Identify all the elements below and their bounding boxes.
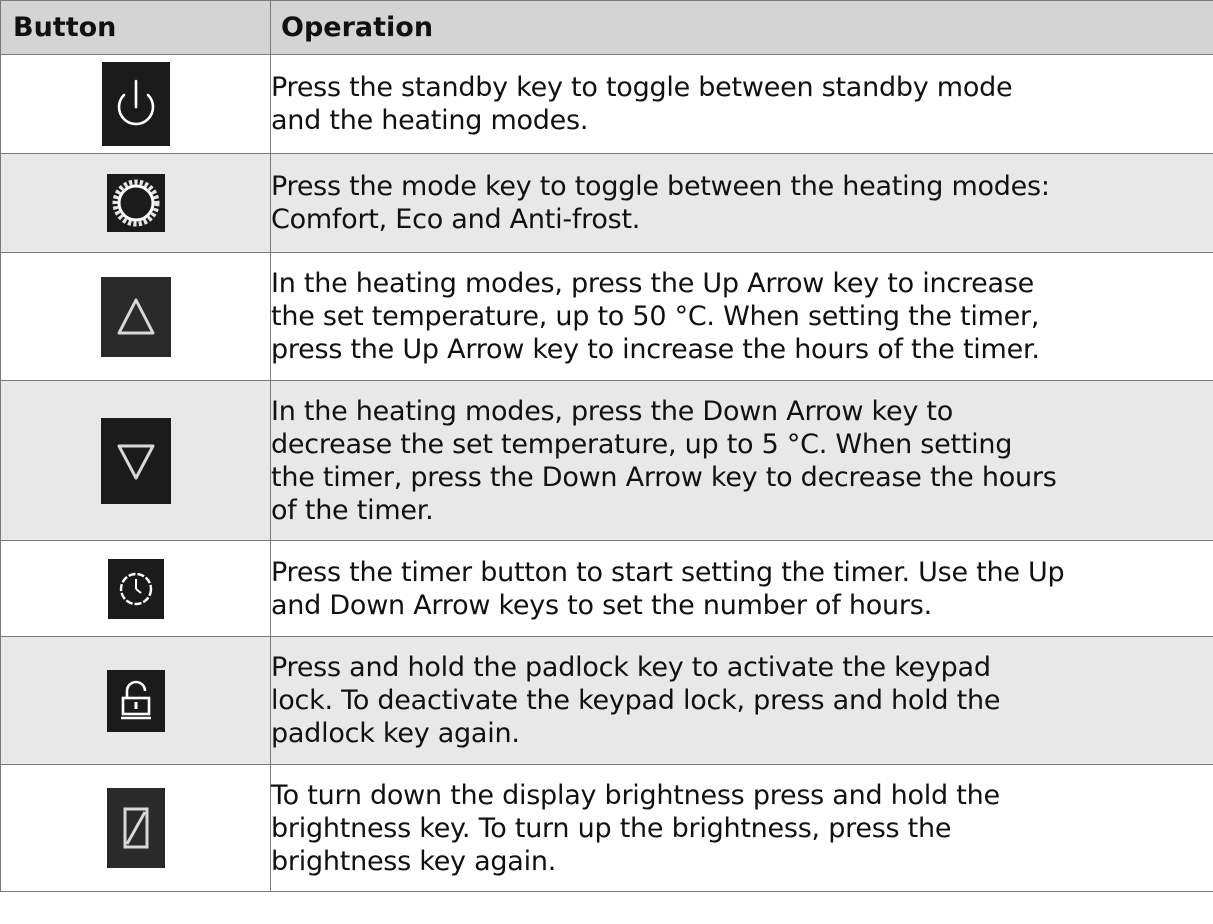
button-cell	[0, 54, 271, 154]
column-header-button: Button	[0, 0, 271, 55]
button-cell	[0, 764, 271, 892]
table-row: Press the standby key to toggle between …	[0, 54, 1213, 154]
table-row: Press and hold the padlock key to activa…	[0, 636, 1213, 765]
button-cell	[0, 540, 271, 637]
table-row: Press the timer button to start setting …	[0, 540, 1213, 637]
operation-text: Press the standby key to toggle between …	[270, 54, 1213, 154]
padlock-icon	[106, 669, 165, 732]
button-cell	[0, 252, 271, 381]
power-icon	[101, 62, 170, 146]
up-arrow-icon	[100, 276, 171, 357]
button-cell	[0, 153, 271, 253]
operation-text: Press and hold the padlock key to activa…	[270, 636, 1213, 765]
button-operation-table: Button Operation Press the standby key t…	[0, 0, 1213, 892]
table-header-row: Button Operation	[0, 0, 1213, 55]
operation-text: Press the timer button to start setting …	[270, 540, 1213, 637]
table-row: To turn down the display brightness pres…	[0, 764, 1213, 892]
operation-text: In the heating modes, press the Up Arrow…	[270, 252, 1213, 381]
operation-text: In the heating modes, press the Down Arr…	[270, 380, 1213, 541]
timer-clock-icon	[107, 558, 164, 619]
down-arrow-icon	[100, 417, 171, 504]
table-row: In the heating modes, press the Down Arr…	[0, 380, 1213, 541]
table-row: Press the mode key to toggle between the…	[0, 153, 1213, 253]
operation-text: Press the mode key to toggle between the…	[270, 153, 1213, 253]
operation-text: To turn down the display brightness pres…	[270, 764, 1213, 892]
column-header-operation: Operation	[270, 0, 1213, 55]
button-cell	[0, 636, 271, 765]
mode-gear-icon	[106, 174, 165, 232]
brightness-icon	[106, 788, 165, 868]
table-row: In the heating modes, press the Up Arrow…	[0, 252, 1213, 381]
button-cell	[0, 380, 271, 541]
